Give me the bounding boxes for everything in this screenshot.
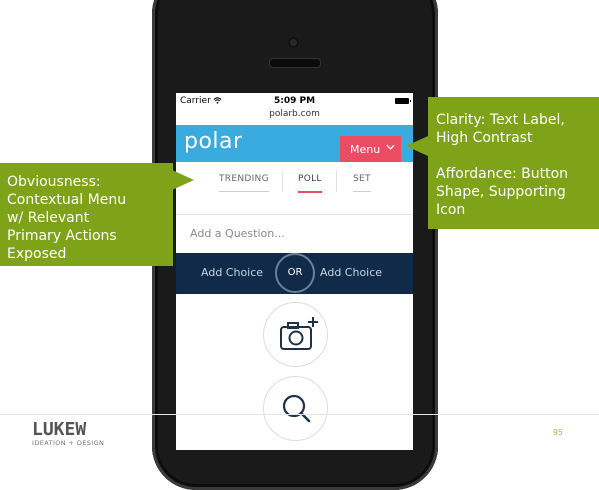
earpiece-speaker <box>269 58 321 68</box>
callout-pointer-left <box>172 170 194 190</box>
app-header: polar Menu <box>176 125 413 162</box>
search-button[interactable] <box>263 376 328 441</box>
svg-text:IDEATION + DESIGN: IDEATION + DESIGN <box>32 439 104 447</box>
tab-divider <box>336 170 337 192</box>
svg-text:LUKEW: LUKEW <box>32 419 86 440</box>
tab-trending[interactable]: TRENDING <box>219 174 269 192</box>
menu-button[interactable]: Menu <box>340 136 401 162</box>
battery-icon <box>395 98 411 104</box>
tab-poll[interactable]: POLL <box>298 174 322 193</box>
tab-bar: TRENDING POLL SET <box>176 162 413 215</box>
status-bar: Carrier 5:09 PM <box>176 93 413 109</box>
menu-button-label: Menu <box>350 142 381 156</box>
phone-screen: Carrier 5:09 PM polarb.com polar Menu TR… <box>176 93 413 450</box>
status-time: 5:09 PM <box>273 96 316 106</box>
callout-clarity-affordance: Clarity: Text Label, High Contrast Affor… <box>428 97 599 229</box>
tab-set[interactable]: SET <box>353 174 371 192</box>
choice-right-input[interactable]: Add Choice <box>320 266 382 279</box>
footer-divider <box>0 414 599 415</box>
choice-bar: Add Choice OR Add Choice <box>176 253 413 294</box>
question-input[interactable]: Add a Question... <box>190 227 285 240</box>
choice-left-input[interactable]: Add Choice <box>201 266 263 279</box>
brand-logo[interactable]: polar <box>184 129 243 154</box>
lukew-logo: LUKEW IDEATION + DESIGN <box>32 419 104 447</box>
search-icon <box>282 394 311 423</box>
address-bar-url[interactable]: polarb.com <box>176 109 413 119</box>
front-camera <box>288 37 299 48</box>
add-photo-button[interactable] <box>263 302 328 367</box>
camera-add-icon <box>280 317 318 350</box>
page-number: 95 <box>552 428 563 437</box>
callout-obviousness: Obviousness: Contextual Menu w/ Relevant… <box>0 163 173 266</box>
callout-pointer-right <box>406 136 428 156</box>
chevron-down-icon <box>386 144 395 150</box>
or-divider: OR <box>275 253 315 293</box>
tab-divider <box>282 170 283 192</box>
